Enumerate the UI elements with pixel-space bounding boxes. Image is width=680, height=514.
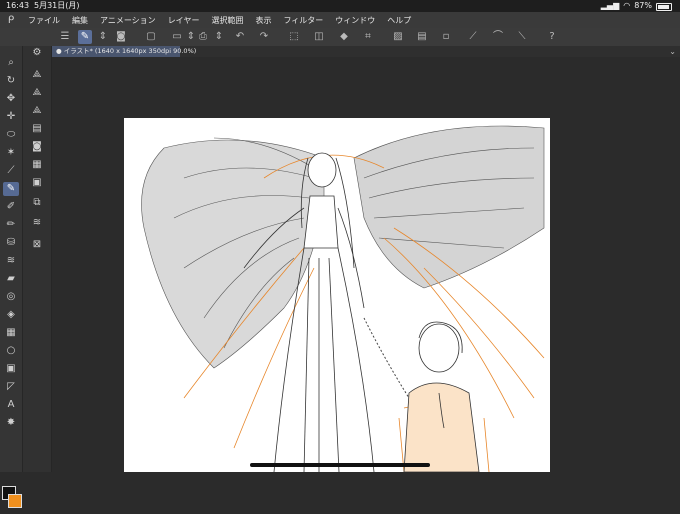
menu-animation[interactable]: アニメーション — [94, 15, 162, 26]
home-indicator — [250, 463, 430, 467]
select-all-icon[interactable]: ⬚ — [287, 30, 301, 44]
illustration-artwork — [141, 125, 545, 472]
brush-icon[interactable]: ✏ — [3, 218, 19, 232]
updown-icon[interactable]: ⇕ — [96, 30, 110, 44]
undo-icon[interactable]: ↶ — [233, 30, 247, 44]
menu-file[interactable]: ファイル — [22, 15, 66, 26]
selection-icon[interactable]: ⬭ — [3, 128, 19, 142]
print-icon[interactable]: ⎙ — [196, 30, 210, 44]
camera-icon[interactable]: ◙ — [114, 30, 128, 44]
decoration-icon[interactable]: ≋ — [3, 254, 19, 268]
ruler-icon[interactable]: ◸ — [3, 380, 19, 394]
ruler-b-icon[interactable]: ⌒ — [491, 30, 505, 44]
signal-icon: ▂▄▆ — [600, 1, 620, 10]
crop-icon[interactable]: ⌗ — [361, 30, 375, 44]
status-right: ▂▄▆ ◠ 87% — [601, 0, 672, 12]
ruler-a-icon[interactable]: ⟋ — [466, 30, 480, 44]
settings-icon[interactable]: ⚙ — [29, 46, 45, 60]
text-tool-icon[interactable]: A — [3, 398, 19, 412]
new-file-icon[interactable]: ▢ — [144, 30, 158, 44]
layers-icon[interactable]: ≋ — [29, 216, 45, 230]
layer-a-icon[interactable]: ▨ — [391, 30, 405, 44]
status-date: 5月31日(月) — [34, 1, 80, 10]
tool-palette: ⌕ ↻ ✥ ✛ ⬭ ✶ ⟋ ✎ ✐ ✏ ⛁ ≋ ▰ ◎ ◈ ▦ ○ ▣ ◸ A … — [0, 46, 23, 508]
layer-b-icon[interactable]: ▤ — [415, 30, 429, 44]
menu-edit[interactable]: 編集 — [66, 15, 94, 26]
subtool-b-icon[interactable]: ⟁ — [29, 86, 45, 100]
app-logo-icon[interactable]: ᑭ — [0, 15, 22, 26]
subtool-d-icon[interactable]: ▤ — [29, 122, 45, 136]
menu-bar: ᑭ ファイル 編集 アニメーション レイヤー 選択範囲 表示 フィルター ウィン… — [0, 12, 680, 28]
zoom-icon[interactable]: ⌕ — [3, 56, 19, 70]
ruler-c-icon[interactable]: ⟍ — [515, 30, 529, 44]
menu-layer[interactable]: レイヤー — [162, 15, 206, 26]
pencil-icon[interactable]: ✐ — [3, 200, 19, 214]
gradient-icon[interactable]: ▦ — [3, 326, 19, 340]
pen-tool-icon[interactable]: ✎ — [3, 182, 19, 196]
fill-tool-icon[interactable]: ◈ — [3, 308, 19, 322]
battery-icon — [656, 3, 672, 11]
menu-help[interactable]: ヘルプ — [381, 15, 417, 26]
drawing-canvas[interactable] — [124, 118, 550, 472]
color-swatches[interactable] — [2, 486, 22, 514]
subtool-g-icon[interactable]: ▣ — [29, 176, 45, 190]
airbrush-icon[interactable]: ⛁ — [3, 236, 19, 250]
sub-tool-palette: ⚙ ⟁ ⟁ ⟁ ▤ ◙ ▦ ▣ ⧉ ≋ ⊠ — [23, 46, 52, 472]
layer-icon[interactable]: ⧉ — [29, 196, 45, 210]
deselect-icon[interactable]: ◫ — [312, 30, 326, 44]
menu-view[interactable]: 表示 — [249, 15, 277, 26]
wifi-icon: ◠ — [623, 1, 631, 10]
status-time: 16:43 — [6, 1, 30, 10]
chevron-down-icon[interactable]: ⌄ — [669, 46, 676, 57]
document-tab[interactable]: ● イラスト* (1640 x 1640px 350dpi 90.0%) — [52, 46, 196, 57]
subtool-a-icon[interactable]: ⟁ — [29, 68, 45, 82]
document-tabs: ● イラスト* (1640 x 1640px 350dpi 90.0%) ⌄ — [52, 46, 680, 57]
operation-icon[interactable]: ✥ — [3, 92, 19, 106]
status-bar: 16:43 5月31日(月) ▂▄▆ ◠ 87% — [0, 0, 680, 12]
reference-icon[interactable]: ⊠ — [29, 238, 45, 252]
command-bar: ☰ ✎ ⇕ ◙ ▢ ▭ ⇕ ⎙ ⇕ ↶ ↷ ⬚ ◫ ◆ ⌗ ▨ ▤ ▫ ⟋ ⌒ … — [0, 28, 680, 47]
magic-wand-icon[interactable]: ✶ — [3, 146, 19, 160]
subtool-f-icon[interactable]: ▦ — [29, 158, 45, 172]
battery-percent: 87% — [634, 1, 652, 10]
eyedropper-icon[interactable]: ⟋ — [3, 164, 19, 178]
sub-color-swatch[interactable] — [8, 494, 22, 508]
eraser-icon[interactable]: ▰ — [3, 272, 19, 286]
menu-filter[interactable]: フィルター — [277, 15, 329, 26]
transform-icon[interactable]: ✛ — [3, 110, 19, 124]
open-icon[interactable]: ▭ — [170, 30, 184, 44]
layer-c-icon[interactable]: ▫ — [439, 30, 453, 44]
updown-icon[interactable]: ⇕ — [212, 30, 226, 44]
move-icon[interactable]: ↻ — [3, 74, 19, 88]
menu-selection[interactable]: 選択範囲 — [205, 15, 249, 26]
redo-icon[interactable]: ↷ — [257, 30, 271, 44]
menu-icon[interactable]: ☰ — [58, 30, 72, 44]
frame-icon[interactable]: ▣ — [3, 362, 19, 376]
fill-icon[interactable]: ◆ — [337, 30, 351, 44]
shape-icon[interactable]: ○ — [3, 344, 19, 358]
subtool-e-icon[interactable]: ◙ — [29, 140, 45, 154]
menu-window[interactable]: ウィンドウ — [329, 15, 381, 26]
pen-icon[interactable]: ✎ — [78, 30, 92, 44]
subtool-c-icon[interactable]: ⟁ — [29, 104, 45, 118]
blend-icon[interactable]: ◎ — [3, 290, 19, 304]
balloon-icon[interactable]: ✸ — [3, 416, 19, 430]
help-icon[interactable]: ? — [545, 30, 559, 44]
